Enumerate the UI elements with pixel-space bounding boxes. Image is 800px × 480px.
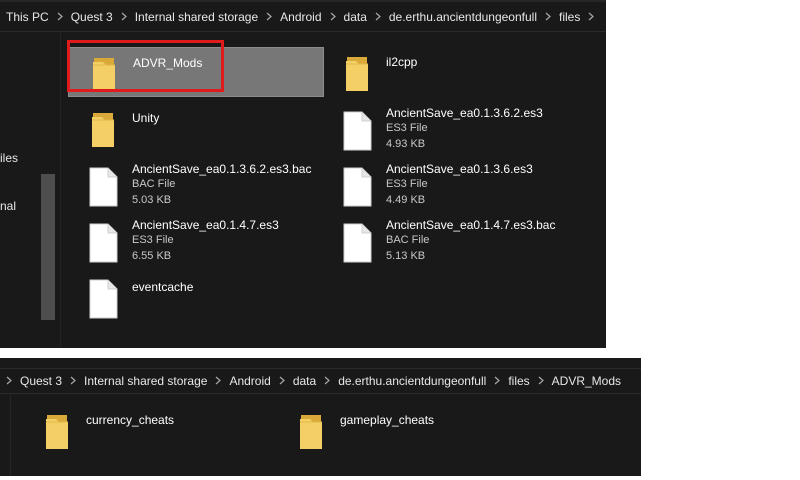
nav-item-label-partial[interactable]: iles [0,151,18,165]
chevron-right-icon[interactable] [115,11,133,22]
breadcrumb-item-advr-mods[interactable]: ADVR_Mods [550,374,623,388]
folder-icon [346,57,368,91]
file-icon [343,111,372,151]
item-name: ADVR_Mods [133,56,203,70]
breadcrumb: This PC Quest 3 Internal shared storage … [0,2,606,32]
file-icon [343,223,372,263]
breadcrumb-item-android[interactable]: Android [278,10,323,24]
file-item[interactable]: AncientSave_ea0.1.4.7.es3 ES3 File 6.55 … [68,217,324,267]
breadcrumb-item-internal-shared-storage[interactable]: Internal shared storage [133,10,260,24]
chevron-right-icon[interactable] [582,11,600,22]
chevron-right-icon[interactable] [51,11,69,22]
item-type: ES3 File [132,234,174,246]
folder-item-gameplay-cheats[interactable]: gameplay_cheats [276,405,532,455]
item-size: 4.49 KB [386,194,426,206]
chevron-right-icon[interactable] [324,11,342,22]
folder-item-unity[interactable]: Unity [68,103,324,153]
item-size: 5.13 KB [386,250,426,262]
breadcrumb-item-package[interactable]: de.erthu.ancientdungeonfull [336,374,488,388]
file-icon [343,167,372,207]
item-name: AncientSave_ea0.1.3.6.2.es3.bac [132,162,312,176]
item-name: il2cpp [386,55,418,69]
item-size: 4.93 KB [386,138,426,150]
file-explorer-window-files: This PC Quest 3 Internal shared storage … [0,0,606,348]
chevron-right-icon[interactable] [539,11,557,22]
breadcrumb-item-package[interactable]: de.erthu.ancientdungeonfull [387,10,539,24]
chevron-right-icon[interactable] [209,376,227,387]
item-size: 6.55 KB [132,250,172,262]
breadcrumb-item-files[interactable]: files [557,10,582,24]
file-explorer-window-advr-mods: Quest 3 Internal shared storage Android … [0,358,641,476]
file-item[interactable]: AncientSave_ea0.1.3.6.2.es3 ES3 File 4.9… [322,105,578,155]
breadcrumb-item-android[interactable]: Android [227,374,272,388]
folder-item-il2cpp[interactable]: il2cpp [322,47,578,97]
breadcrumb-item-quest-3[interactable]: Quest 3 [18,374,64,388]
chevron-right-icon[interactable] [273,376,291,387]
item-name: gameplay_cheats [340,413,435,427]
item-type: BAC File [386,234,430,246]
nav-item-label-partial[interactable]: nal [0,199,16,213]
file-item[interactable]: AncientSave_ea0.1.4.7.es3.bac BAC File 5… [322,217,578,267]
folder-icon [300,415,322,449]
file-icon [89,167,118,207]
item-name: eventcache [132,280,194,294]
chevron-right-icon[interactable] [488,376,506,387]
pane-divider[interactable] [0,394,11,476]
chevron-right-icon[interactable] [64,376,82,387]
breadcrumb-item-data[interactable]: data [291,374,318,388]
breadcrumb-item-quest-3[interactable]: Quest 3 [69,10,115,24]
folder-icon [93,58,115,92]
folder-item-currency-cheats[interactable]: currency_cheats [22,405,278,455]
item-name: AncientSave_ea0.1.4.7.es3 [132,218,279,232]
chevron-right-icon[interactable] [0,376,18,387]
item-name: AncientSave_ea0.1.3.6.es3 [386,162,533,176]
file-item[interactable]: AncientSave_ea0.1.3.6.2.es3.bac BAC File… [68,161,324,211]
item-name: AncientSave_ea0.1.4.7.es3.bac [386,218,556,232]
file-icon [89,279,118,319]
nav-scrollbar-thumb[interactable] [41,174,55,320]
file-icon [89,223,118,263]
file-item[interactable]: AncientSave_ea0.1.3.6.es3 ES3 File 4.49 … [322,161,578,211]
breadcrumb-item-data[interactable]: data [342,10,369,24]
item-name: Unity [132,111,160,125]
breadcrumb-item-this-pc[interactable]: This PC [4,10,51,24]
chevron-right-icon[interactable] [260,11,278,22]
file-item-eventcache[interactable]: eventcache [68,273,324,323]
item-size: 5.03 KB [132,194,172,206]
folder-icon [92,113,114,147]
pane-divider[interactable] [60,33,61,348]
chevron-right-icon[interactable] [369,11,387,22]
chevron-right-icon[interactable] [532,376,550,387]
breadcrumb-item-files[interactable]: files [506,374,531,388]
item-name: AncientSave_ea0.1.3.6.2.es3 [386,106,543,120]
folder-icon [46,415,68,449]
item-name: currency_cheats [86,413,175,427]
item-type: ES3 File [386,122,428,134]
folder-item-advr-mods[interactable]: ADVR_Mods [68,47,324,97]
item-type: ES3 File [386,178,428,190]
chevron-right-icon[interactable] [318,376,336,387]
breadcrumb-item-internal-shared-storage[interactable]: Internal shared storage [82,374,209,388]
item-type: BAC File [132,178,176,190]
breadcrumb: Quest 3 Internal shared storage Android … [0,368,641,394]
